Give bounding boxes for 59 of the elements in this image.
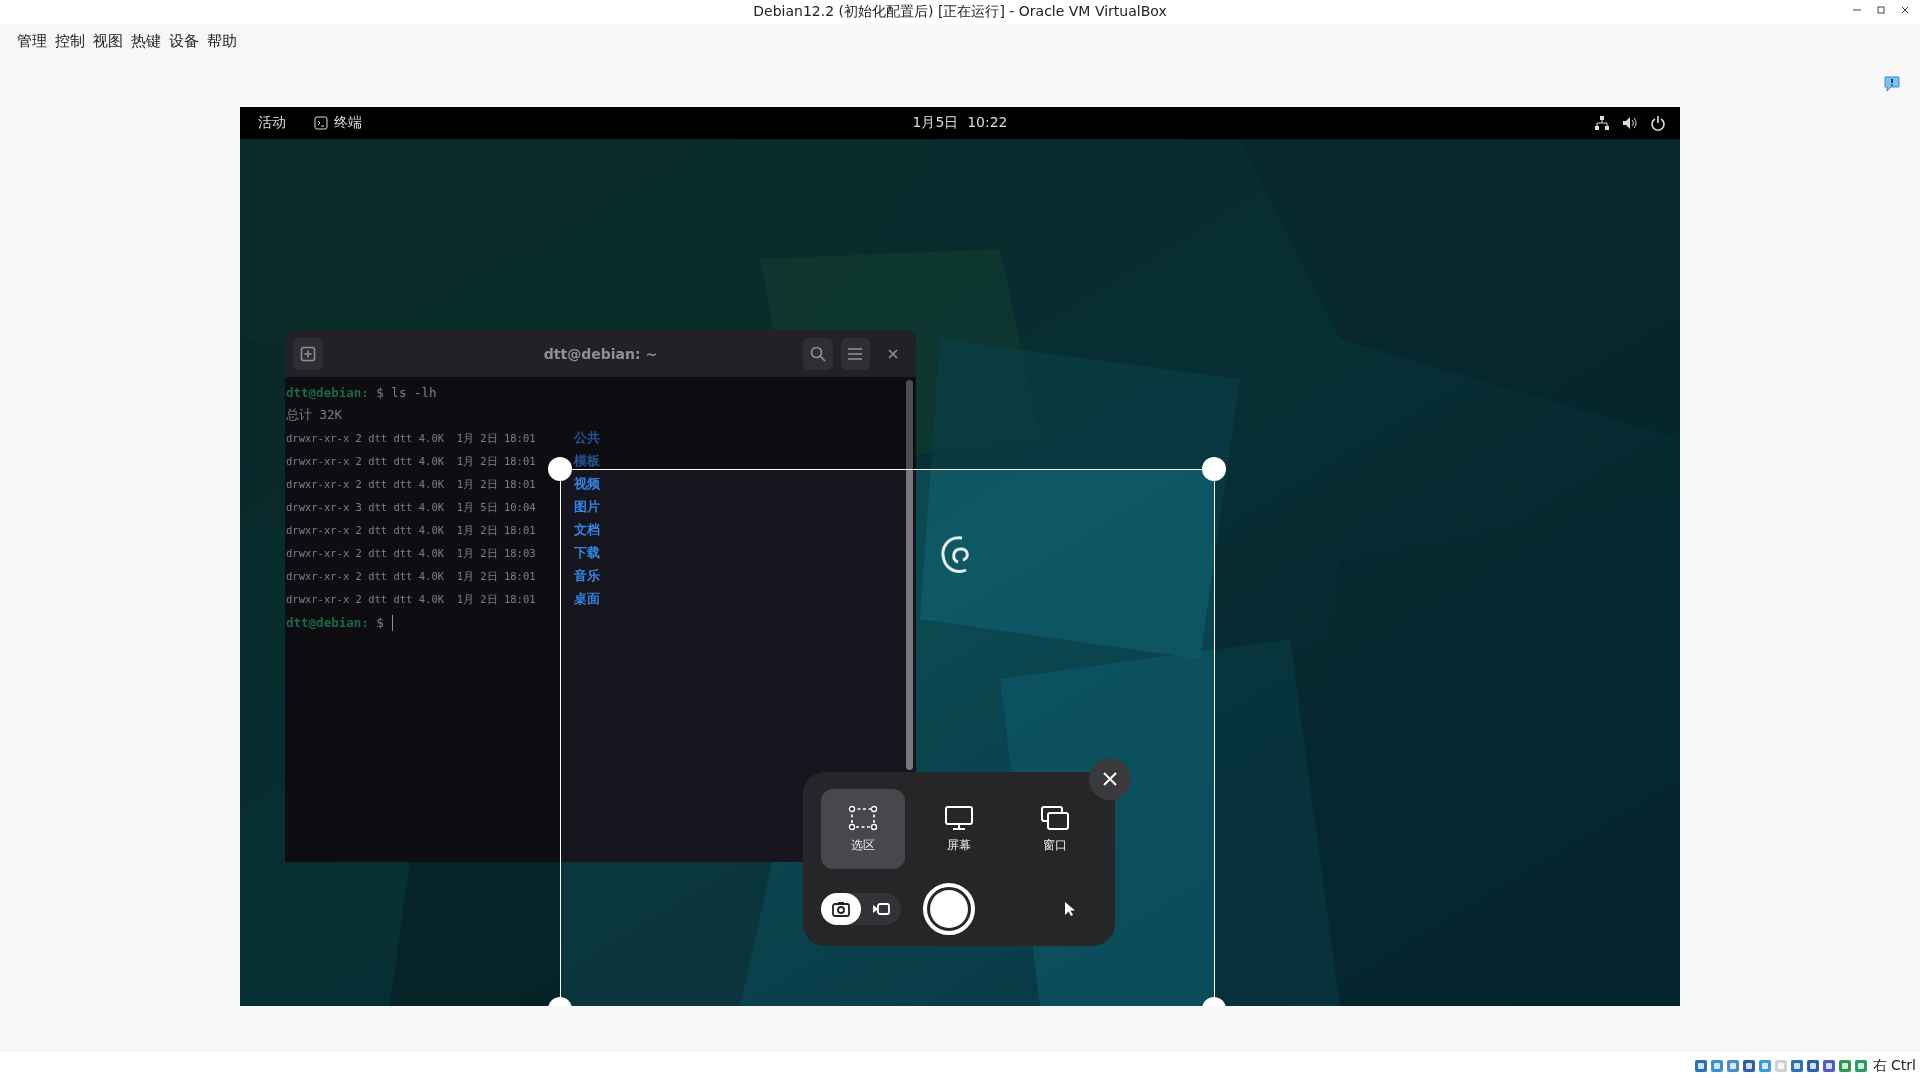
search-icon	[809, 345, 826, 362]
menu-item[interactable]: 控制	[55, 31, 85, 51]
menu-item[interactable]: 设备	[169, 31, 199, 51]
app-menu[interactable]: 终端	[334, 114, 362, 132]
close-icon	[888, 348, 899, 359]
pointer-icon	[1063, 900, 1077, 918]
listing-text: drwxr-xr-x 2 dtt dtt 4.0K 1月 2日 18:01	[286, 454, 536, 469]
volume-icon	[1622, 115, 1638, 131]
directory-name: 公共	[573, 430, 600, 447]
capture-button[interactable]	[923, 883, 975, 935]
directory-name: 桌面	[573, 591, 600, 608]
notification-icon[interactable]	[1883, 75, 1901, 93]
capture-mode-button[interactable]: 屏幕	[917, 789, 1001, 869]
prompt-user: dtt@debian:	[286, 615, 369, 630]
directory-name: 文档	[573, 522, 600, 539]
directory-name: 音乐	[573, 568, 600, 585]
capture-mode-button[interactable]: 窗口	[1013, 789, 1097, 869]
menu-icon	[847, 346, 864, 361]
menu-item[interactable]: 帮助	[207, 31, 237, 51]
windows-icon	[1040, 804, 1070, 831]
monitor-icon	[944, 804, 974, 831]
listing-text: drwxr-xr-x 2 dtt dtt 4.0K 1月 2日 18:01	[286, 569, 536, 584]
menu-button[interactable]	[840, 337, 871, 370]
close-icon	[1103, 772, 1117, 786]
listing-text: drwxr-xr-x 2 dtt dtt 4.0K 1月 2日 18:01	[286, 592, 536, 607]
directory-name: 下载	[573, 545, 600, 562]
new-tab-icon	[299, 345, 316, 362]
menu-item[interactable]: 热键	[131, 31, 161, 51]
command-text: $	[375, 615, 384, 630]
listing-text: drwxr-xr-x 2 dtt dtt 4.0K 1月 2日 18:03	[286, 546, 536, 561]
activities-button[interactable]: 活动	[258, 114, 286, 132]
listing-text: drwxr-xr-x 2 dtt dtt 4.0K 1月 2日 18:01	[286, 431, 536, 446]
search-button[interactable]	[802, 337, 833, 370]
directory-name: 图片	[573, 499, 600, 516]
clock[interactable]: 1月5日 10:22	[912, 114, 1008, 132]
video-camera-icon	[872, 901, 890, 917]
command-text: $ ls -lh	[375, 385, 437, 400]
restore-icon[interactable]	[1876, 5, 1886, 15]
menu-item[interactable]: 管理	[17, 31, 47, 51]
power-icon	[1650, 115, 1666, 131]
prompt-user: dtt@debian:	[286, 385, 369, 400]
window-title: Debian12.2 (初始化配置后) [正在运行] - Oracle VM VirtualBox	[753, 3, 1167, 21]
output-text: 总计 32K	[286, 407, 343, 424]
listing-text: drwxr-xr-x 3 dtt dtt 4.0K 1月 5日 10:04	[286, 500, 536, 515]
terminal-title: dtt@debian: ~	[543, 345, 658, 362]
listing-text: drwxr-xr-x 2 dtt dtt 4.0K 1月 2日 18:01	[286, 523, 536, 538]
terminal-icon	[314, 116, 328, 130]
directory-name: 模板	[573, 453, 600, 470]
menu-item[interactable]: 视图	[93, 31, 123, 51]
directory-name: 视频	[573, 476, 600, 493]
scrollbar[interactable]	[906, 380, 913, 770]
new-tab-button[interactable]	[293, 337, 323, 370]
host-key-label: 右 Ctrl	[1872, 1057, 1916, 1075]
selection-icon	[848, 804, 878, 831]
capture-type-button[interactable]	[821, 893, 861, 925]
camera-icon	[832, 901, 850, 917]
close-icon[interactable]	[1900, 5, 1910, 15]
listing-text: drwxr-xr-x 2 dtt dtt 4.0K 1月 2日 18:01	[286, 477, 536, 492]
capture-mode-button[interactable]: 选区	[821, 789, 905, 869]
